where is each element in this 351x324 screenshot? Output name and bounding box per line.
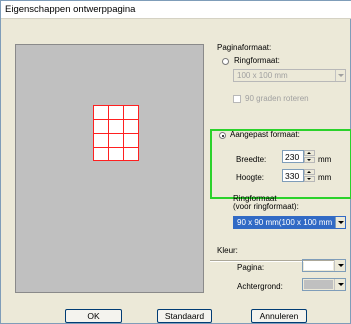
ring-note-line2: (voor ringformaat): bbox=[233, 202, 299, 211]
page-preview bbox=[15, 44, 204, 293]
grid-cell bbox=[123, 133, 139, 148]
rotate-checkbox[interactable] bbox=[233, 95, 241, 103]
rotate-label: 90 graden roteren bbox=[245, 94, 309, 103]
width-label: Breedte: bbox=[236, 155, 267, 164]
dialog-window: Eigenschappen ontwerppagina Paginaformaa… bbox=[0, 0, 351, 324]
color-group-label: Kleur: bbox=[217, 246, 238, 255]
page-color-label: Pagina: bbox=[237, 263, 265, 272]
custom-format-radio[interactable] bbox=[219, 132, 226, 139]
spin-down-icon[interactable] bbox=[304, 157, 315, 163]
cancel-button[interactable]: Annuleren bbox=[251, 309, 307, 323]
spin-up-icon[interactable] bbox=[304, 150, 315, 156]
width-spinner[interactable] bbox=[304, 150, 315, 163]
grid-cell bbox=[108, 147, 124, 161]
height-input[interactable]: 330 bbox=[282, 169, 304, 182]
height-label: Hoogte: bbox=[236, 173, 265, 182]
chevron-down-icon[interactable] bbox=[334, 279, 345, 290]
grid-cell bbox=[108, 119, 124, 134]
chevron-down-icon[interactable] bbox=[335, 70, 345, 81]
ring-size-value: 100 x 100 mm bbox=[237, 71, 288, 80]
ring-dropdown[interactable]: 90 x 90 mm(100 x 100 mm bbox=[233, 216, 346, 229]
grid-cell bbox=[108, 105, 124, 120]
chevron-down-icon[interactable] bbox=[334, 260, 345, 271]
design-grid bbox=[93, 105, 139, 161]
chevron-down-icon[interactable] bbox=[335, 217, 345, 228]
standard-button[interactable]: Standaard bbox=[157, 309, 212, 323]
page-format-label: Paginaformaat: bbox=[217, 43, 272, 52]
grid-cell bbox=[93, 105, 109, 120]
height-spinner[interactable] bbox=[304, 169, 315, 182]
grid-cell bbox=[123, 147, 139, 161]
grid-cell bbox=[123, 105, 139, 120]
background-color-label: Achtergrond: bbox=[237, 282, 283, 291]
background-color-select[interactable] bbox=[302, 278, 346, 291]
spin-up-icon[interactable] bbox=[304, 169, 315, 175]
grid-cell bbox=[93, 147, 109, 161]
title-bar: Eigenschappen ontwerppagina bbox=[1, 1, 351, 19]
width-unit: mm bbox=[318, 155, 332, 164]
ring-format-radio[interactable] bbox=[222, 58, 229, 65]
width-value: 230 bbox=[285, 152, 300, 162]
height-unit: mm bbox=[318, 173, 332, 182]
grid-cell bbox=[123, 119, 139, 134]
grid-cell bbox=[108, 133, 124, 148]
ring-size-select[interactable]: 100 x 100 mm bbox=[233, 69, 346, 82]
spin-down-icon[interactable] bbox=[304, 176, 315, 182]
page-color-swatch bbox=[304, 261, 333, 270]
ring-format-label: Ringformaat: bbox=[234, 56, 280, 65]
background-color-swatch bbox=[304, 280, 333, 289]
ok-button[interactable]: OK bbox=[65, 309, 122, 323]
ring-dropdown-value: 90 x 90 mm(100 x 100 mm bbox=[237, 218, 333, 227]
custom-size-highlight bbox=[210, 129, 351, 199]
page-color-select[interactable] bbox=[302, 259, 346, 272]
height-value: 330 bbox=[285, 171, 300, 181]
grid-cell bbox=[93, 133, 109, 148]
window-title: Eigenschappen ontwerppagina bbox=[5, 4, 136, 15]
width-input[interactable]: 230 bbox=[282, 150, 304, 163]
grid-cell bbox=[93, 119, 109, 134]
custom-format-label: Aangepast formaat: bbox=[230, 130, 300, 139]
